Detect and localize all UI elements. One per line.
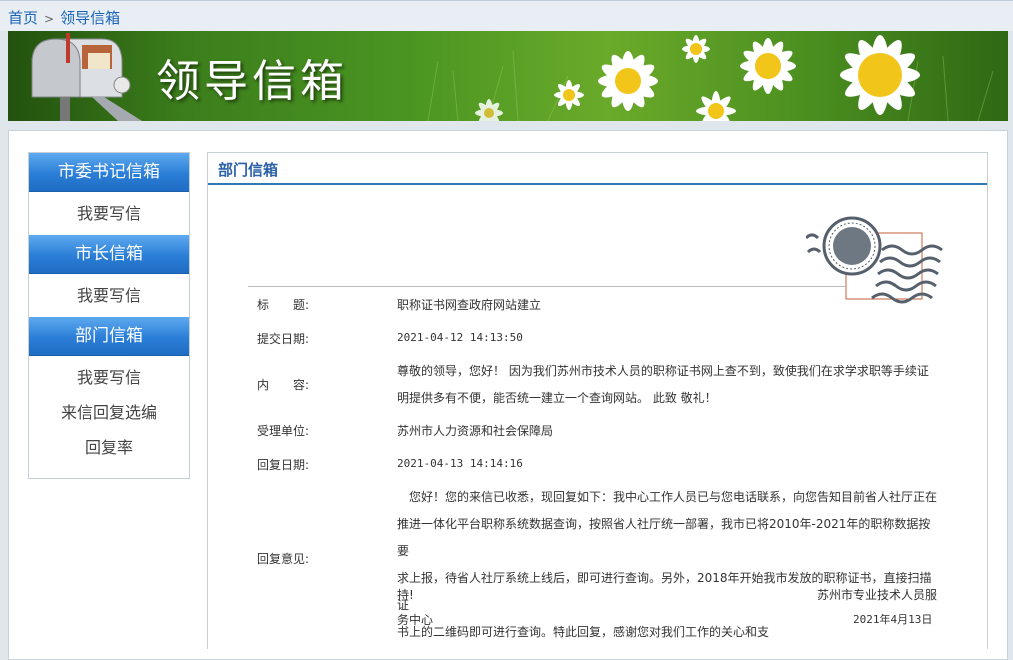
submit-date-value: 2021-04-12 14:13:50	[397, 331, 523, 344]
daisy-icon	[598, 51, 658, 111]
sidebar-header-department: 部门信箱	[29, 317, 189, 356]
breadcrumb-current[interactable]: 领导信箱	[60, 9, 120, 27]
letter-divider	[248, 286, 845, 287]
reply-line: 您好！您的来信已收悉，现回复如下：我中心工作人员已与您电话联系，向您告知目前省人…	[397, 490, 938, 504]
reply-date-value: 2021-04-13 14:14:16	[397, 457, 523, 470]
chevron-right-icon: >	[44, 12, 55, 26]
unit-label: 受理单位:	[257, 424, 310, 438]
letter-panel: 部门信箱 标 题: 职称证书网查政府网站建立 提交日期: 2021-04-12 …	[207, 152, 988, 649]
sidebar-link-write-mayor[interactable]: 我要写信	[29, 274, 189, 317]
daisy-icon	[840, 35, 920, 115]
breadcrumb-home-link[interactable]: 首页	[8, 9, 38, 27]
content-line: 明提供多有不便，能否统一建立一个查询网站。 此致 敬礼！	[397, 391, 717, 405]
sidebar-link-reply-selection[interactable]: 来信回复选编	[29, 395, 189, 430]
sidebar-link-write-secretary[interactable]: 我要写信	[29, 192, 189, 235]
breadcrumb: 首页 > 领导信箱	[8, 7, 120, 28]
reply-line: 推进一体化平台职称系统数据查询，按照省人社厅统一部署，我市已将2010年-202…	[397, 517, 931, 558]
content-text: 尊敬的领导，您好！ 因为我们苏州市技术人员的职称证书网上查不到，致使我们在求学求…	[397, 358, 942, 412]
daisy-icon	[554, 80, 584, 110]
subject-label: 标 题:	[257, 298, 310, 312]
reply-signature-date: 2021年4月13日	[853, 613, 933, 626]
daisy-icon	[696, 91, 736, 121]
reply-end-text: 持!	[397, 588, 414, 602]
unit-value: 苏州市人力资源和社会保障局	[397, 424, 554, 438]
sidebar: 市委书记信箱 我要写信 市长信箱 我要写信 部门信箱 我要写信 来信回复选编 回…	[28, 152, 190, 479]
breadcrumb-bar: 首页 > 领导信箱	[0, 0, 1013, 31]
submit-date-label: 提交日期:	[257, 332, 310, 346]
sidebar-header-secretary: 市委书记信箱	[29, 153, 189, 192]
banner: 领导信箱	[8, 31, 1008, 121]
sidebar-link-write-department[interactable]: 我要写信	[29, 356, 189, 395]
banner-title: 领导信箱	[156, 56, 348, 107]
subject-value: 职称证书网查政府网站建立	[397, 298, 542, 312]
reply-label: 回复意见:	[257, 552, 310, 566]
daisy-icon	[475, 99, 503, 121]
sidebar-link-reply-rate[interactable]: 回复率	[29, 430, 189, 465]
panel-divider	[208, 183, 987, 185]
sidebar-header-mayor: 市长信箱	[29, 235, 189, 274]
postmark-stamp-icon	[806, 216, 943, 304]
content-line: 尊敬的领导，您好！ 因为我们苏州市技术人员的职称证书网上查不到，致使我们在求学求…	[397, 364, 929, 378]
mailbox-icon	[22, 33, 142, 121]
reply-signature-cont: 务中心	[397, 613, 434, 627]
reply-signature: 苏州市专业技术人员服	[817, 588, 938, 602]
reply-date-label: 回复日期:	[257, 458, 310, 472]
panel-title: 部门信箱	[218, 161, 279, 179]
content-label: 内 容:	[257, 378, 310, 392]
daisy-icon	[682, 35, 710, 63]
